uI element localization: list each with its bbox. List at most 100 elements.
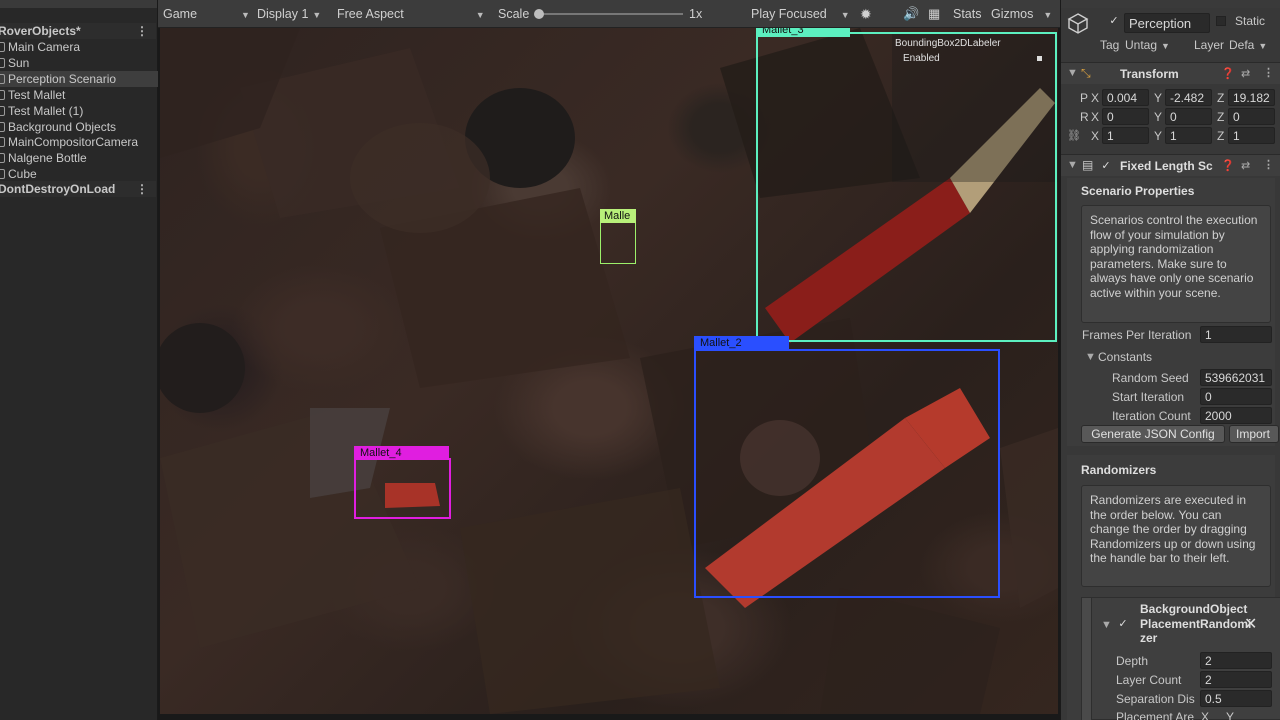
bbox-mallet-3	[756, 32, 1057, 342]
gameobject-icon	[0, 42, 5, 52]
scale-slider-handle[interactable]	[534, 9, 544, 19]
foldout-arrow-icon[interactable]: ▼	[1101, 619, 1112, 631]
start-iteration-field[interactable]: 0	[1200, 388, 1272, 405]
view-dropdown[interactable]: Game ▼	[163, 0, 250, 28]
play-mode-dropdown[interactable]: Play Focused ▼	[751, 0, 850, 28]
separation-distance-label: Separation Dis	[1116, 692, 1195, 706]
scale-z-field[interactable]: 1	[1228, 127, 1275, 144]
stats-button[interactable]: Stats	[953, 0, 982, 28]
position-x-field[interactable]: 0.004	[1102, 89, 1149, 106]
more-icon[interactable]: ⋮	[1263, 158, 1274, 171]
tag-dropdown[interactable]: Untag ▼	[1125, 38, 1170, 52]
link-icon[interactable]: ⛓	[1067, 129, 1081, 142]
more-icon[interactable]: ⋮	[136, 23, 148, 39]
scenario-properties-header: Scenario Properties	[1081, 184, 1195, 198]
bbox-mallet-2	[694, 349, 1000, 598]
foldout-arrow-icon[interactable]: ▼	[1085, 351, 1096, 363]
hierarchy-item-label: Test Mallet	[8, 88, 66, 102]
position-y-field[interactable]: -2.482	[1165, 89, 1212, 106]
randomizer-enabled-checkbox[interactable]: ✓	[1117, 618, 1129, 630]
display-dropdown[interactable]: Display 1 ▼	[257, 0, 321, 28]
keyboard-icon[interactable]: ▦	[928, 0, 940, 28]
position-label: P	[1080, 91, 1089, 105]
inspector-header-strip	[1061, 0, 1280, 8]
preset-icon[interactable]: ⇄	[1241, 67, 1250, 80]
depth-field[interactable]: 2	[1200, 652, 1272, 669]
hierarchy-item[interactable]: Test Mallet	[0, 87, 158, 103]
bbox-label-mallet-3: Mallet_3	[756, 28, 850, 37]
object-name-field[interactable]: Perception	[1124, 13, 1210, 33]
hierarchy-item-label: Cube	[8, 167, 37, 181]
hierarchy-panel: RoverObjects* ⋮ Main Camera Sun Percepti…	[0, 0, 158, 720]
random-seed-label: Random Seed	[1112, 371, 1189, 385]
scenario-title: Fixed Length Sc	[1120, 159, 1213, 173]
scale-slider-track[interactable]	[538, 13, 683, 15]
static-checkbox[interactable]	[1216, 16, 1226, 26]
game-view[interactable]: BoundingBox2DLabeler Enabled Mallet_3 Ma…	[160, 28, 1058, 714]
gameobject-icon	[0, 122, 5, 132]
bug-icon[interactable]: ✹	[860, 0, 872, 28]
random-seed-field[interactable]: 539662031	[1200, 369, 1272, 386]
iteration-count-label: Iteration Count	[1112, 409, 1191, 423]
gameobject-icon	[0, 106, 5, 116]
scene-root[interactable]: RoverObjects* ⋮	[0, 23, 156, 39]
bbox-label-mallet-2: Mallet_2	[694, 336, 789, 350]
scenario-enabled-checkbox[interactable]: ✓	[1100, 160, 1112, 172]
hierarchy-item-label: Perception Scenario	[8, 72, 117, 86]
more-icon[interactable]: ⋮	[1263, 66, 1274, 79]
layer-dropdown[interactable]: Defa ▼	[1229, 38, 1267, 52]
iteration-count-field[interactable]: 2000	[1200, 407, 1272, 424]
aspect-dropdown[interactable]: Free Aspect ▼	[337, 0, 485, 28]
hierarchy-item[interactable]: Sun	[0, 55, 158, 71]
preset-icon[interactable]: ⇄	[1241, 159, 1250, 172]
inspector-panel: ✓ Perception Static Tag Untag ▼ Layer Def…	[1060, 0, 1280, 720]
view-dropdown-label: Game	[163, 7, 198, 21]
close-icon[interactable]: ✕	[1244, 614, 1257, 634]
dont-destroy-scene[interactable]: DontDestroyOnLoad ⋮	[0, 181, 156, 197]
gameobject-icon	[0, 74, 5, 84]
generate-json-config-button[interactable]: Generate JSON Config	[1081, 425, 1225, 443]
hierarchy-item[interactable]: Nalgene Bottle	[0, 150, 158, 166]
gameobject-icon	[0, 90, 5, 100]
scenario-header[interactable]: ▼ ▤ ✓ Fixed Length Sc ❓ ⇄ ⋮	[1061, 154, 1280, 176]
hierarchy-item-selected[interactable]: Perception Scenario	[0, 71, 158, 87]
active-checkbox[interactable]: ✓	[1108, 15, 1120, 27]
separation-distance-field[interactable]: 0.5	[1200, 690, 1272, 707]
transform-icon: ⤡	[1081, 66, 1091, 80]
rotation-y-field[interactable]: 0	[1165, 108, 1212, 125]
randomizers-help-box: Randomizers are executed in the order be…	[1081, 485, 1271, 587]
position-z-field[interactable]: 19.182	[1228, 89, 1275, 106]
more-icon[interactable]: ⋮	[136, 181, 148, 197]
scale-label: Scale	[498, 7, 530, 21]
help-icon[interactable]: ❓	[1221, 67, 1235, 80]
bbox-mallet-small	[600, 222, 636, 264]
hierarchy-item[interactable]: Test Mallet (1)	[0, 103, 158, 119]
audio-mute-icon[interactable]: 🔊	[903, 0, 919, 28]
constants-label: Constants	[1098, 350, 1153, 364]
hierarchy-item[interactable]: Cube	[0, 166, 158, 182]
layer-value: Defa	[1229, 38, 1255, 52]
display-dropdown-label: Display 1	[257, 7, 309, 21]
bbox-mallet-4	[354, 458, 451, 519]
tag-value: Untag	[1125, 38, 1158, 52]
hierarchy-item[interactable]: MainCompositorCamera	[0, 134, 158, 150]
gizmos-dropdown[interactable]: Gizmos ▼	[991, 0, 1052, 28]
start-iteration-label: Start Iteration	[1112, 390, 1185, 404]
transform-header[interactable]: ▼ ⤡ Transform ❓ ⇄ ⋮	[1061, 62, 1280, 84]
rotation-z-field[interactable]: 0	[1228, 108, 1275, 125]
rotation-x-field[interactable]: 0	[1102, 108, 1149, 125]
frames-per-iteration-field[interactable]: 1	[1200, 326, 1272, 343]
chevron-down-icon: ▼	[312, 10, 322, 20]
chevron-down-icon: ▼	[840, 10, 850, 20]
hierarchy-item[interactable]: Main Camera	[0, 39, 158, 55]
help-icon[interactable]: ❓	[1221, 159, 1235, 172]
import-button[interactable]: Import	[1229, 425, 1279, 443]
placement-x-label: X	[1201, 710, 1210, 720]
gameobject-icon	[0, 58, 5, 68]
scale-y-field[interactable]: 1	[1165, 127, 1212, 144]
drag-handle[interactable]	[1082, 598, 1092, 720]
layer-count-field[interactable]: 2	[1200, 671, 1272, 688]
gameobject-icon	[0, 169, 5, 179]
scale-x-field[interactable]: 1	[1102, 127, 1149, 144]
hierarchy-item[interactable]: Background Objects	[0, 119, 158, 135]
